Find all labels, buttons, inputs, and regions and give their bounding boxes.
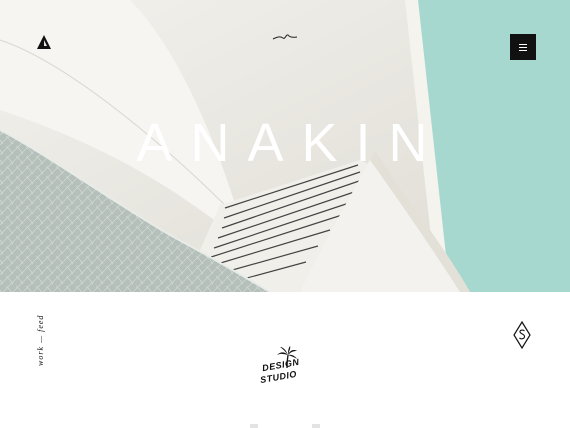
hamburger-menu-icon	[519, 43, 527, 45]
triangle-logo-icon[interactable]	[36, 34, 52, 50]
diamond-s-badge-icon[interactable]	[513, 321, 531, 349]
scroll-peek-mark	[312, 424, 320, 428]
signature-scribble-icon	[272, 34, 298, 40]
scroll-peek-mark	[250, 424, 258, 428]
menu-button[interactable]	[510, 34, 536, 60]
side-nav[interactable]: work — feed	[36, 315, 48, 366]
hero-title: ANAKIN	[136, 113, 446, 173]
hero-banner: ANAKIN	[0, 0, 570, 292]
side-nav-label[interactable]: work — feed	[36, 315, 45, 366]
design-studio-logo: DESIGN STUDIO	[258, 346, 312, 392]
